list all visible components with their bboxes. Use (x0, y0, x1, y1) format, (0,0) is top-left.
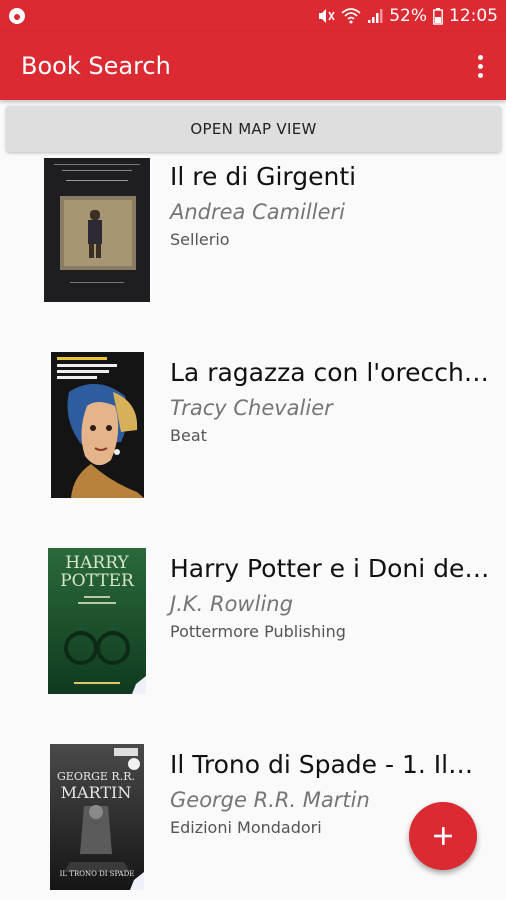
book-publisher: Pottermore Publishing (170, 622, 346, 641)
more-vertical-icon[interactable] (470, 50, 490, 82)
list-item[interactable]: HARRY POTTER Harry Potter e i Doni de… J… (0, 548, 506, 704)
book-title: La ragazza con l'orecchi… (170, 358, 490, 387)
book-publisher: Beat (170, 426, 207, 445)
book-publisher: Sellerio (170, 230, 230, 249)
svg-text:HARRY: HARRY (65, 553, 129, 573)
book-publisher: Edizioni Mondadori (170, 818, 322, 837)
book-cover (51, 352, 144, 498)
battery-percent: 52% (389, 6, 427, 26)
add-button[interactable] (409, 802, 477, 870)
list-item[interactable]: Il re di Girgenti Andrea Camilleri Selle… (0, 158, 506, 312)
wifi-icon (341, 8, 361, 24)
book-title: Il re di Girgenti (170, 162, 357, 191)
mute-icon (319, 9, 335, 23)
svg-text:IL TRONO DI SPADE: IL TRONO DI SPADE (60, 870, 135, 878)
book-cover: GEORGE R.R. MARTIN IL TRONO DI SPADE (50, 744, 144, 890)
list-item[interactable]: La ragazza con l'orecchi… Tracy Chevalie… (0, 352, 506, 508)
battery-icon (433, 7, 443, 25)
svg-text:POTTER: POTTER (60, 571, 135, 591)
open-map-view-button[interactable]: OPEN MAP VIEW (6, 106, 501, 152)
svg-text:GEORGE R.R.: GEORGE R.R. (57, 770, 135, 783)
clock: 12:05 (449, 6, 498, 26)
app-bar: Book Search (0, 32, 506, 100)
app-notification-icon (9, 8, 25, 24)
signal-icon (368, 9, 383, 23)
book-title: Harry Potter e i Doni de… (170, 554, 490, 583)
status-bar: 52% 12:05 (0, 0, 506, 32)
book-cover: HARRY POTTER (48, 548, 146, 694)
app-title: Book Search (21, 52, 171, 80)
book-author: J.K. Rowling (170, 592, 293, 616)
book-title: Il Trono di Spade - 1. Il… (170, 750, 474, 779)
book-author: George R.R. Martin (170, 788, 370, 812)
book-author: Andrea Camilleri (170, 200, 345, 224)
svg-text:MARTIN: MARTIN (61, 783, 132, 802)
book-cover (44, 158, 150, 302)
add-icon (434, 827, 452, 845)
book-author: Tracy Chevalier (170, 396, 333, 420)
